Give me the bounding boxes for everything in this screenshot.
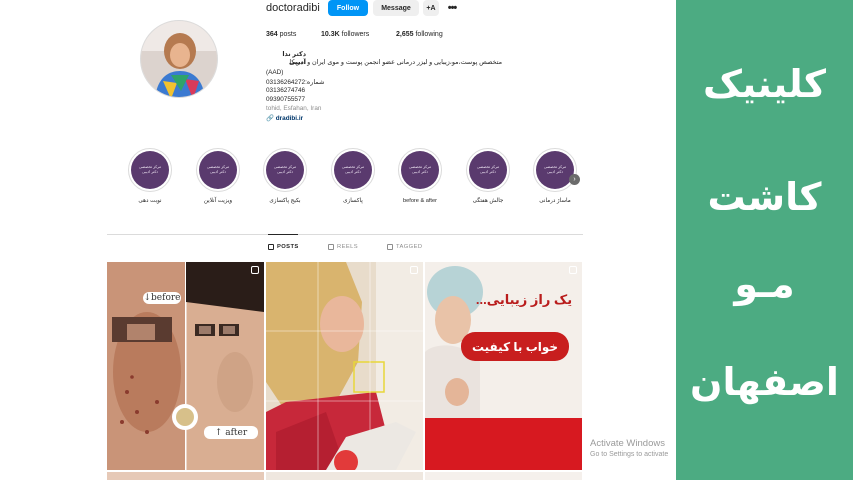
post-tile[interactable]: ↓before ↑ after — [107, 262, 264, 470]
tagged-icon — [387, 244, 393, 250]
posts-label: posts — [279, 31, 297, 38]
highlight-ring: مرکز تخصصی دکتر ادیبی — [466, 148, 510, 192]
reels-icon — [328, 244, 334, 250]
bio-line-aad: (AAD) — [266, 69, 284, 76]
highlight-item[interactable]: مرکز تخصصی دکتر ادیبی ویزیت آنلاین — [194, 148, 242, 204]
highlight-ring: مرکز تخصصی دکتر ادیبی — [533, 148, 577, 192]
post-quality-sleep-badge: خواب با کیفیت — [461, 332, 569, 361]
windows-activation-watermark: Activate Windows Go to Settings to activ… — [590, 438, 668, 458]
highlight-item[interactable]: مرکز تخصصی دکتر ادیبی پاکسازی — [329, 148, 377, 204]
bio-phone-1: شماره:03136264272 — [266, 79, 325, 86]
highlight-label: نوبت دهی — [138, 198, 162, 204]
post-tile[interactable] — [425, 472, 582, 480]
after-label: ↑ after — [204, 426, 258, 439]
add-user-icon[interactable]: +A — [423, 0, 439, 16]
followers-stat[interactable]: 10.3K followers — [321, 31, 369, 38]
post-headline: یک راز زیبایی... — [475, 292, 573, 307]
post-tile[interactable] — [107, 472, 264, 480]
followers-label: followers — [341, 31, 370, 38]
screenshot: doctoradibi Follow Message +A ••• 364 po… — [0, 0, 853, 480]
profile-link[interactable]: dradibi.ir — [276, 115, 303, 122]
highlight-label: before & after — [403, 198, 437, 204]
active-tab-indicator — [268, 234, 298, 235]
link-icon: 🔗 — [266, 115, 274, 122]
tab-tagged-label: TAGGED — [396, 244, 423, 250]
following-label: following — [415, 31, 443, 38]
profile-avatar[interactable] — [140, 20, 218, 98]
highlight-cover-text: دکتر ادیبی — [142, 170, 158, 174]
highlight-cover: مرکز تخصصی دکتر ادیبی — [536, 151, 574, 189]
following-stat[interactable]: 2,655 following — [396, 31, 443, 38]
tab-posts-label: POSTS — [277, 244, 299, 250]
tab-posts[interactable]: POSTS — [268, 244, 299, 250]
highlight-cover: مرکز تخصصی دکتر ادیبی — [131, 151, 169, 189]
carousel-icon — [251, 266, 259, 274]
highlight-item[interactable]: مرکز تخصصی دکتر ادیبی بکیج پاکسازی — [261, 148, 309, 204]
highlight-cover-text: دکتر ادیبی — [210, 170, 226, 174]
message-button[interactable]: Message — [373, 0, 419, 16]
banner-line-isfahan: اصفهان — [690, 360, 839, 404]
highlight-item[interactable]: مرکز تخصصی دکتر ادیبی نوبت دهی — [126, 148, 174, 204]
highlight-label: ماساژ درمانی — [539, 198, 571, 204]
grid-icon — [268, 244, 274, 250]
watermark-title: Activate Windows — [590, 438, 665, 449]
highlight-label: ویزیت آنلاین — [203, 198, 233, 204]
post-red-footer — [425, 418, 582, 470]
posts-count: 364 — [266, 31, 278, 38]
tab-tagged[interactable]: TAGGED — [387, 244, 422, 250]
highlight-cover: مرکز تخصصی دکتر ادیبی — [266, 151, 304, 189]
tab-reels[interactable]: REELS — [328, 244, 358, 250]
avatar-photo — [141, 21, 217, 97]
bio-phone-2: 03136274746 — [266, 87, 306, 94]
following-count: 2,655 — [396, 31, 414, 38]
highlight-label: جالش هفتگی — [472, 198, 504, 204]
post-tile[interactable] — [266, 262, 423, 470]
highlight-ring: مرکز تخصصی دکتر ادیبی — [398, 148, 442, 192]
post-tile[interactable] — [266, 472, 423, 480]
posts-count-stat: 364 posts — [266, 31, 296, 38]
banner-line-hair: مـو — [734, 262, 795, 306]
profile-bio: متخصص پوست،مو،زیبایی و لیزر درمانی عضو ا… — [289, 59, 502, 66]
tabs-divider — [107, 234, 583, 235]
highlight-cover-text: دکتر ادیبی — [480, 170, 496, 174]
highlight-ring: مرکز تخصصی دکتر ادیبی — [263, 148, 307, 192]
highlight-cover: مرکز تخصصی دکتر ادیبی — [199, 151, 237, 189]
highlight-ring: مرکز تخصصی دکتر ادیبی — [331, 148, 375, 192]
profile-link-row[interactable]: 🔗 dradibi.ir — [266, 114, 303, 122]
reel-icon — [410, 266, 418, 274]
profile-username: doctoradibi — [266, 2, 320, 14]
tab-reels-label: REELS — [337, 244, 359, 250]
watermark-subtitle: Go to Settings to activate — [590, 451, 669, 458]
highlight-cover: مرکز تخصصی دکتر ادیبی — [334, 151, 372, 189]
highlight-cover: مرکز تخصصی دکتر ادیبی — [469, 151, 507, 189]
profile-location: tohid, Esfahan, Iran — [266, 105, 322, 112]
followers-count: 10.3K — [321, 31, 340, 38]
highlight-ring: مرکز تخصصی دکتر ادیبی — [128, 148, 172, 192]
highlight-cover-text: دکتر ادیبی — [277, 170, 293, 174]
promo-banner: کلینیک کاشت مـو اصفهان — [676, 0, 853, 480]
highlight-ring: مرکز تخصصی دکتر ادیبی — [196, 148, 240, 192]
banner-line-clinic: کلینیک — [702, 62, 827, 106]
carousel-icon — [569, 266, 577, 274]
highlight-item[interactable]: مرکز تخصصی دکتر ادیبی before & after — [396, 148, 444, 204]
highlight-label: پاکسازی — [343, 198, 363, 204]
bio-phone-3: 09390755577 — [266, 96, 306, 103]
highlight-cover-text: دکتر ادیبی — [345, 170, 361, 174]
chevron-right-icon[interactable]: › — [569, 174, 580, 185]
follow-button[interactable]: Follow — [328, 0, 368, 16]
highlight-item[interactable]: مرکز تخصصی دکتر ادیبی جالش هفتگی — [464, 148, 512, 204]
highlight-cover: مرکز تخصصی دکتر ادیبی — [401, 151, 439, 189]
highlight-cover-text: دکتر ادیبی — [412, 170, 428, 174]
post-treatment-video-image — [266, 262, 423, 470]
highlight-cover-text: دکتر ادیبی — [547, 170, 563, 174]
before-label: ↓before — [143, 292, 181, 304]
banner-line-transplant: کاشت — [707, 175, 822, 219]
more-options-icon[interactable]: ••• — [444, 0, 460, 16]
highlight-label: بکیج پاکسازی — [269, 198, 301, 204]
